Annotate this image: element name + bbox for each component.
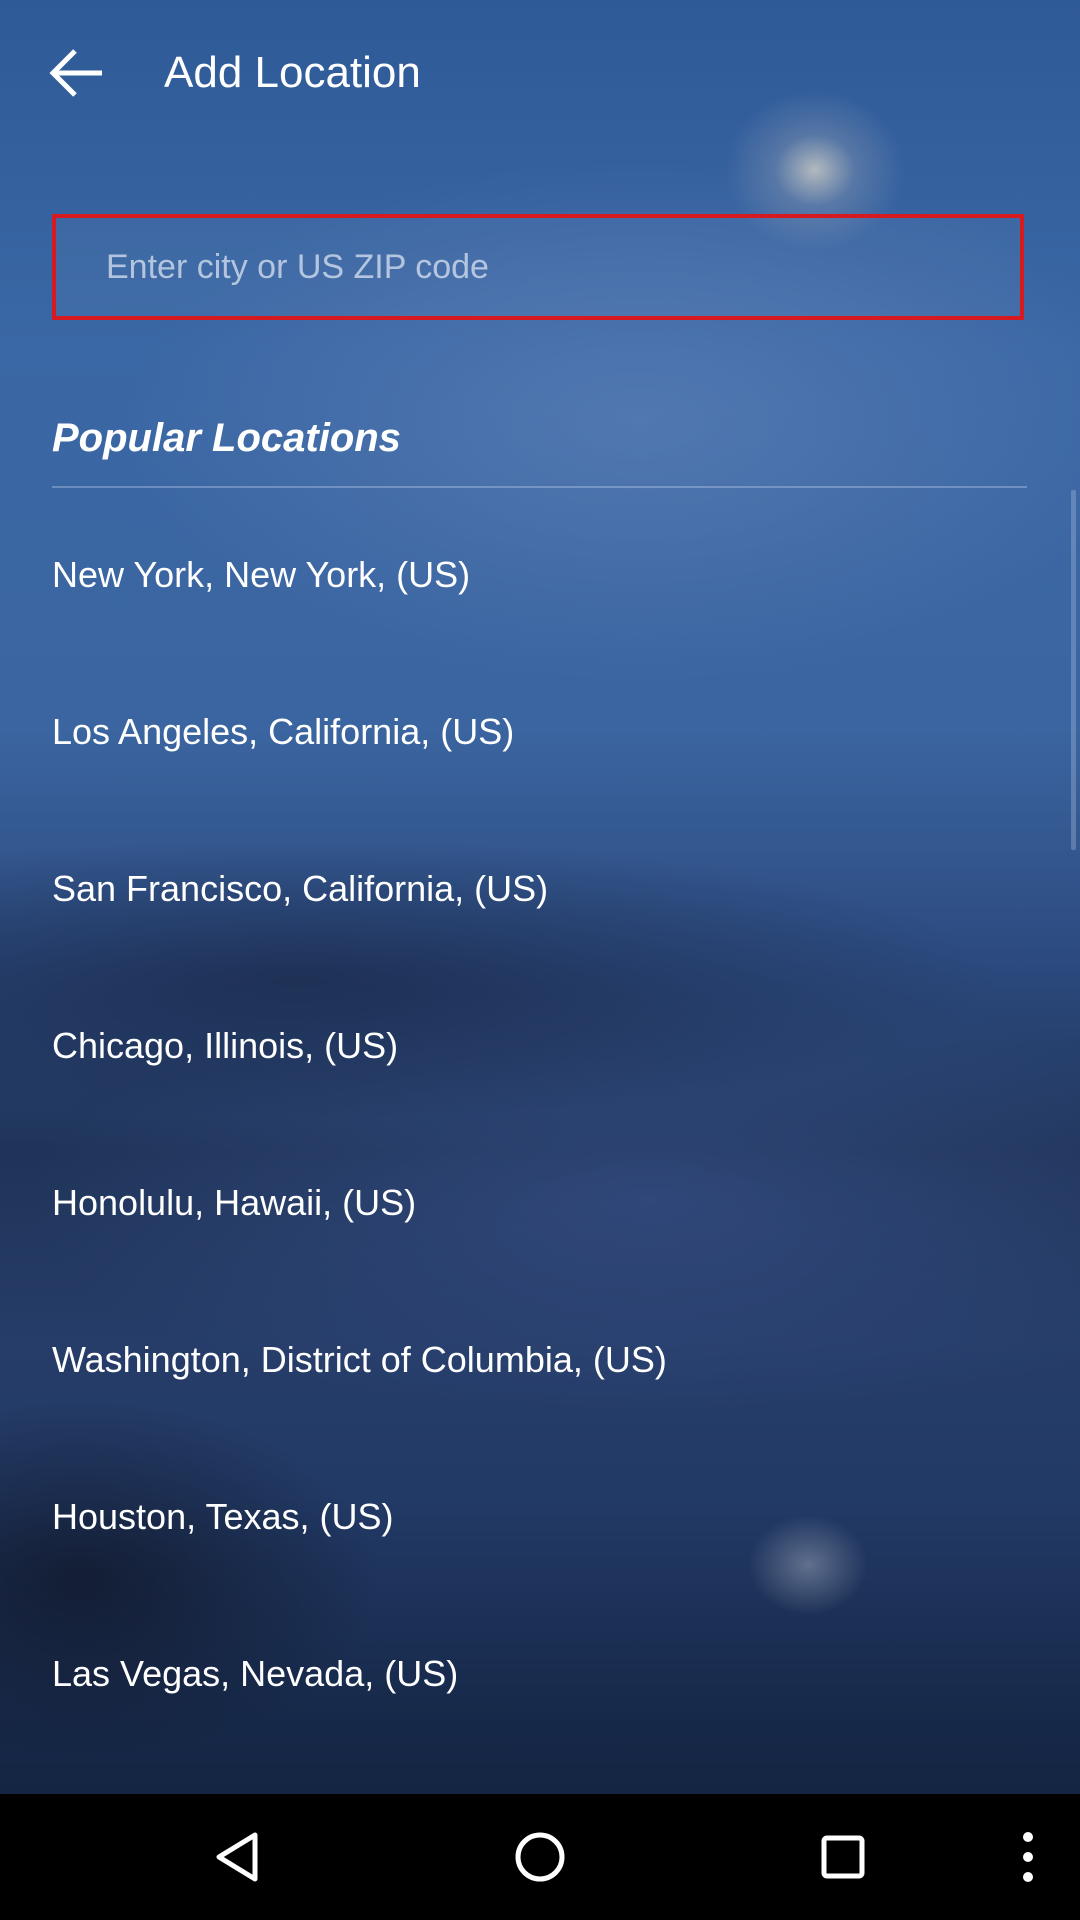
square-recents-icon (821, 1835, 865, 1879)
scrollbar[interactable] (1071, 490, 1076, 850)
location-list: New York, New York, (US) Los Angeles, Ca… (0, 490, 1080, 1746)
location-label: Washington, District of Columbia, (US) (52, 1338, 667, 1380)
back-button[interactable] (36, 36, 116, 110)
search-box[interactable] (52, 214, 1024, 320)
divider (52, 486, 1027, 488)
circle-home-icon (515, 1832, 565, 1882)
nav-home-button[interactable] (470, 1794, 610, 1920)
location-item-washington[interactable]: Washington, District of Columbia, (US) (0, 1275, 1080, 1432)
location-label: Chicago, Illinois, (US) (52, 1024, 399, 1066)
location-label: Honolulu, Hawaii, (US) (52, 1181, 417, 1223)
overflow-menu-button[interactable] (990, 1794, 1066, 1920)
overflow-menu-icon (1023, 1832, 1033, 1882)
triangle-back-icon (216, 1832, 258, 1882)
location-item-los-angeles[interactable]: Los Angeles, California, (US) (0, 647, 1080, 804)
nav-back-button[interactable] (167, 1794, 307, 1920)
location-item-chicago[interactable]: Chicago, Illinois, (US) (0, 961, 1080, 1118)
system-nav-bar (0, 1794, 1080, 1920)
location-label: Las Vegas, Nevada, (US) (52, 1652, 459, 1694)
location-label: Los Angeles, California, (US) (52, 710, 515, 752)
location-label: Houston, Texas, (US) (52, 1495, 394, 1537)
app-bar: Add Location (0, 0, 1080, 146)
location-label: New York, New York, (US) (52, 553, 471, 595)
nav-recents-button[interactable] (773, 1794, 913, 1920)
page-title: Add Location (164, 48, 421, 97)
search-input[interactable] (106, 218, 986, 316)
location-item-san-francisco[interactable]: San Francisco, California, (US) (0, 804, 1080, 961)
location-item-las-vegas[interactable]: Las Vegas, Nevada, (US) (0, 1589, 1080, 1746)
location-item-houston[interactable]: Houston, Texas, (US) (0, 1432, 1080, 1589)
popular-locations-heading: Popular Locations (52, 416, 401, 460)
location-item-new-york[interactable]: New York, New York, (US) (0, 490, 1080, 647)
location-label: San Francisco, California, (US) (52, 867, 549, 909)
arrow-back-icon (49, 49, 102, 97)
location-item-honolulu[interactable]: Honolulu, Hawaii, (US) (0, 1118, 1080, 1275)
